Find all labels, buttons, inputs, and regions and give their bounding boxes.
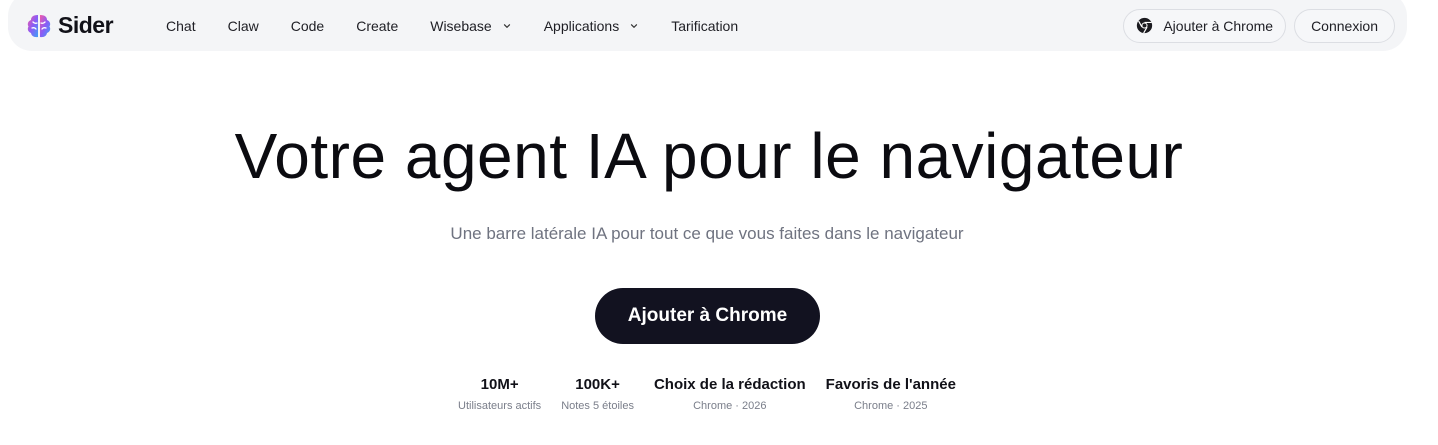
cta-label: Ajouter à Chrome	[627, 305, 788, 326]
stat-item: 10M+ Utilisateurs actifs	[458, 375, 541, 413]
stat-label: Chrome · 2025	[854, 400, 928, 412]
nav-item-create[interactable]: Create	[340, 10, 414, 42]
hero-subtitle: Une barre latérale IA pour tout ce que v…	[450, 224, 964, 243]
chevron-down-icon	[631, 23, 638, 28]
nav-item-label: Chat	[166, 17, 196, 34]
stat-label: Notes 5 étoiles	[561, 400, 634, 412]
nav-actions: Ajouter à Chrome Connexion	[1123, 8, 1395, 43]
brand-name: Sider	[58, 12, 114, 38]
top-navbar: Sider Chat Claw Code Create Wisebase App…	[8, 0, 1407, 51]
nav-item-label: Create	[356, 17, 399, 34]
stat-label: Utilisateurs actifs	[458, 400, 542, 412]
nav-item-wisebase[interactable]: Wisebase	[414, 10, 527, 42]
login-button[interactable]: Connexion	[1294, 8, 1395, 43]
nav-item-label: Claw	[227, 17, 259, 34]
stat-value: 100K+	[575, 376, 620, 393]
nav-item-label: Applications	[543, 17, 620, 34]
stat-value: 10M+	[480, 376, 519, 393]
add-to-chrome-cta-button[interactable]: Ajouter à Chrome	[595, 288, 820, 344]
nav-item-code[interactable]: Code	[275, 10, 340, 42]
nav-item-claw[interactable]: Claw	[212, 10, 275, 42]
stats-row: 10M+ Utilisateurs actifs 100K+ Notes 5 é…	[0, 375, 1414, 413]
stat-item: Favoris de l'année Chrome · 2025	[826, 375, 956, 413]
nav-item-chat[interactable]: Chat	[150, 10, 212, 42]
main-nav: Chat Claw Code Create Wisebase Applicati…	[150, 10, 754, 42]
login-label: Connexion	[1311, 17, 1378, 34]
nav-item-label: Tarification	[671, 17, 739, 34]
nav-item-tarification[interactable]: Tarification	[655, 10, 754, 42]
add-to-chrome-nav-button[interactable]: Ajouter à Chrome	[1123, 8, 1287, 43]
stat-item: Choix de la rédaction Chrome · 2026	[654, 375, 806, 413]
nav-item-applications[interactable]: Applications	[528, 10, 656, 42]
hero-title: Votre agent IA pour le navigateur	[234, 120, 1184, 192]
chrome-icon	[1137, 17, 1153, 34]
stat-value: Choix de la rédaction	[653, 376, 806, 393]
stat-value: Favoris de l'année	[825, 376, 956, 393]
nav-item-label: Wisebase	[430, 17, 492, 34]
brain-icon	[27, 14, 51, 37]
sider-logo[interactable]: Sider	[25, 12, 114, 40]
add-to-chrome-nav-label: Ajouter à Chrome	[1163, 17, 1274, 34]
chevron-down-icon	[503, 23, 510, 28]
nav-item-label: Code	[290, 17, 325, 34]
stat-item: 100K+ Notes 5 étoiles	[561, 375, 634, 413]
stat-label: Chrome · 2026	[693, 400, 767, 412]
